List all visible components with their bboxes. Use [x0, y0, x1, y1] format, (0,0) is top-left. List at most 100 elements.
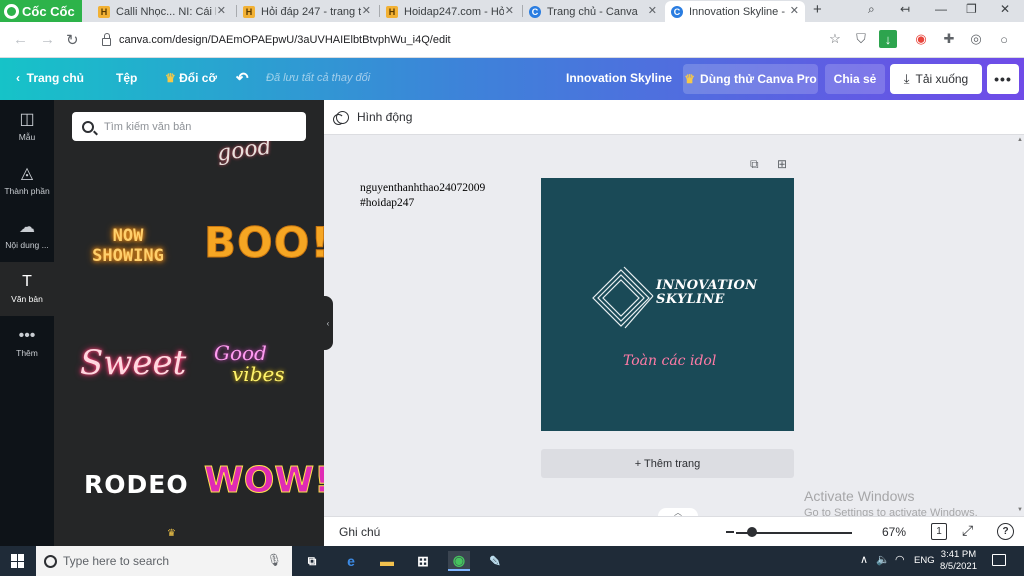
- scroll-up-icon[interactable]: ▲: [1017, 137, 1023, 143]
- crown-icon: ♛: [165, 71, 176, 85]
- notification-icon[interactable]: [992, 554, 1006, 566]
- add-page-button[interactable]: + Thêm trang: [541, 449, 794, 478]
- browser-logo[interactable]: Cốc Cốc: [0, 0, 82, 22]
- download-button[interactable]: ⤓ Tải xuống: [890, 64, 982, 94]
- text-note[interactable]: nguyenthanhthao24072009 #hoidap247: [360, 181, 485, 210]
- text-template-sweet[interactable]: Sweet: [80, 343, 186, 383]
- address-bar: ← → ↻ canva.com/design/DAEmOPAEpwU/3aUVH…: [0, 22, 1024, 58]
- share-button[interactable]: Chia sẻ: [825, 64, 885, 94]
- browser-tab[interactable]: H Hỏi đáp 247 - trang t ✕: [237, 1, 377, 22]
- zoom-slider-thumb[interactable]: [747, 527, 758, 537]
- tray-chevron-up-icon[interactable]: ∧: [860, 553, 868, 566]
- close-icon[interactable]: ✕: [505, 4, 514, 17]
- microphone-icon[interactable]: 🎙: [267, 553, 282, 567]
- url-text[interactable]: canva.com/design/DAEmOPAEpwU/3aUVHAIElbt…: [119, 34, 451, 46]
- add-page-icon[interactable]: ⊞: [777, 157, 787, 171]
- rail-item-label: Mẫu: [18, 132, 36, 142]
- rail-item-elements[interactable]: ◬ Thành phần: [0, 154, 54, 208]
- bookmark-star-icon[interactable]: ☆: [826, 30, 844, 48]
- rail-item-label: Văn bản: [11, 294, 43, 304]
- file-explorer-icon[interactable]: ▬: [376, 551, 398, 571]
- design-subtitle[interactable]: Toàn các idol: [623, 353, 716, 369]
- taskbar-clock[interactable]: 3:41 PM 8/5/2021: [940, 549, 977, 573]
- coccoc-taskbar-icon[interactable]: ◉: [448, 551, 470, 571]
- collapse-panel-handle[interactable]: ‹: [323, 296, 333, 350]
- coccoc-extension-icon[interactable]: ◉: [912, 30, 930, 48]
- text-template-good-vibes[interactable]: Good vibes: [214, 343, 285, 385]
- rail-item-more[interactable]: ••• Thêm: [0, 316, 54, 370]
- windows-start-icon[interactable]: [11, 554, 25, 568]
- download-extension-icon[interactable]: ↓: [879, 30, 897, 48]
- paint-taskbar-icon[interactable]: ✎: [484, 551, 506, 571]
- reload-icon[interactable]: ↻: [66, 31, 79, 49]
- browser-logo-text: Cốc Cốc: [22, 3, 75, 19]
- volume-icon[interactable]: 🔈: [876, 553, 890, 566]
- fullscreen-icon[interactable]: ⤢: [962, 522, 973, 539]
- design-title[interactable]: Innovation Skyline: [566, 71, 672, 85]
- close-window-icon[interactable]: ✕: [1000, 2, 1010, 16]
- more-options-icon[interactable]: •••: [987, 64, 1019, 94]
- page-count-button[interactable]: 1: [931, 523, 947, 540]
- design-page[interactable]: INNOVATION SKYLINE Toàn các idol: [541, 178, 794, 431]
- store-icon[interactable]: ⊞: [412, 551, 434, 571]
- home-button[interactable]: ‹ Trang chủ: [16, 71, 84, 85]
- puzzle-icon[interactable]: ✚: [940, 30, 958, 48]
- text-template-wow[interactable]: WOW!: [203, 460, 324, 502]
- try-canva-pro-button[interactable]: ♛ Dùng thử Canva Pro: [683, 64, 818, 94]
- zoom-level[interactable]: 67%: [882, 525, 906, 539]
- rail-item-uploads[interactable]: ☁ Nội dung ...: [0, 208, 54, 262]
- forward-icon[interactable]: →: [40, 31, 55, 48]
- vertical-scrollbar[interactable]: ▲ ▼: [1016, 135, 1024, 515]
- animate-icon[interactable]: [333, 110, 349, 125]
- rail-item-text[interactable]: T Văn bản: [0, 262, 54, 316]
- resize-button[interactable]: ♛ Đổi cỡ: [165, 71, 217, 85]
- edge-icon[interactable]: e: [340, 551, 362, 571]
- text-template-rodeo[interactable]: RODEO: [84, 470, 189, 499]
- scroll-down-icon[interactable]: ▼: [1017, 507, 1023, 513]
- help-icon[interactable]: ?: [997, 523, 1014, 540]
- undo-icon[interactable]: ↶: [236, 69, 249, 87]
- search-input[interactable]: Tìm kiếm văn bản: [72, 112, 306, 141]
- text-template-now-showing[interactable]: NOW SHOWING: [90, 226, 166, 266]
- profile-icon[interactable]: ○: [995, 30, 1013, 48]
- design-heading[interactable]: INNOVATION SKYLINE: [656, 279, 757, 307]
- notes-button[interactable]: Ghi chú: [339, 525, 380, 539]
- shield-icon[interactable]: ⛉: [852, 30, 870, 48]
- close-icon[interactable]: ✕: [648, 4, 657, 17]
- close-icon[interactable]: ✕: [362, 4, 371, 17]
- download-label: Tải xuống: [915, 72, 969, 86]
- close-icon[interactable]: ✕: [217, 4, 226, 17]
- pro-button-label: Dùng thử Canva Pro: [700, 72, 817, 86]
- new-tab-icon[interactable]: +: [813, 1, 822, 18]
- elements-icon: ◬: [20, 165, 34, 182]
- zoom-minus-icon[interactable]: [726, 531, 734, 533]
- maximize-icon[interactable]: ❐: [966, 2, 977, 16]
- account-icon[interactable]: ◎: [967, 30, 985, 48]
- language-indicator[interactable]: ENG: [914, 555, 935, 566]
- template-text-vibes: vibes: [232, 362, 285, 386]
- saved-status: Đã lưu tất cả thay đổi: [266, 72, 371, 84]
- rail-item-templates[interactable]: ◫ Mẫu: [0, 100, 54, 154]
- taskbar-search-input[interactable]: Type here to search 🎙: [36, 546, 292, 576]
- browser-tab-active[interactable]: C Innovation Skyline - I ✕: [665, 1, 805, 22]
- back-icon[interactable]: ←: [13, 31, 28, 48]
- wifi-icon[interactable]: ◠: [895, 553, 905, 566]
- resize-label: Đổi cỡ: [179, 71, 217, 85]
- file-menu[interactable]: Tệp: [116, 71, 137, 85]
- more-icon: •••: [18, 327, 36, 344]
- browser-tab[interactable]: H Hoidap247.com - Hỏ ✕: [380, 1, 520, 22]
- editor-canvas-area: Hình động nguyenthanhthao24072009 #hoida…: [324, 100, 1024, 546]
- browser-tab[interactable]: H Calli Nhọc... NI: Cái h ✕: [92, 1, 232, 22]
- url-field[interactable]: canva.com/design/DAEmOPAEpwU/3aUVHAIElbt…: [96, 28, 826, 52]
- back-history-icon[interactable]: ↤: [900, 2, 910, 16]
- coccoc-logo-icon: [4, 3, 19, 19]
- text-template-boo[interactable]: BOO!: [204, 218, 324, 268]
- lock-icon[interactable]: [102, 33, 111, 46]
- duplicate-page-icon[interactable]: ⧉: [750, 157, 759, 172]
- tab-search-icon[interactable]: ⌕: [868, 2, 875, 17]
- browser-tab[interactable]: C Trang chủ - Canva ✕: [523, 1, 663, 22]
- close-icon[interactable]: ✕: [790, 4, 799, 17]
- minimize-icon[interactable]: —: [935, 2, 947, 16]
- task-view-icon[interactable]: ⧉: [301, 551, 323, 571]
- animate-button[interactable]: Hình động: [357, 110, 412, 124]
